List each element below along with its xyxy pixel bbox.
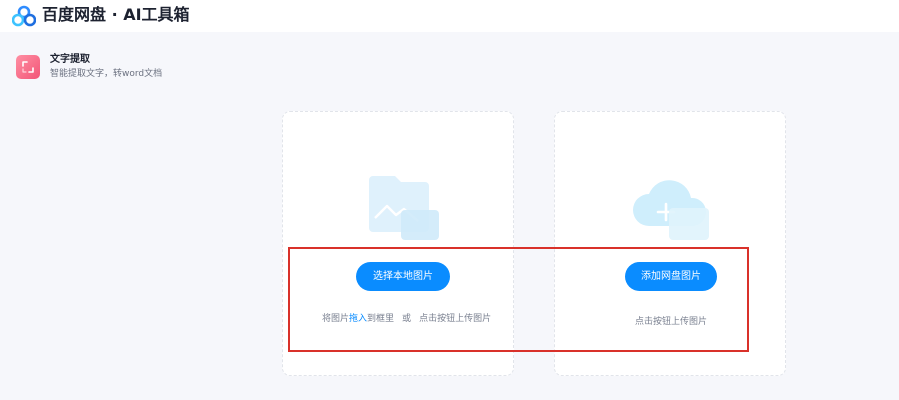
baidu-netdisk-cloud-icon[interactable] (12, 5, 36, 27)
ocr-scan-icon (16, 55, 40, 79)
local-upload-dropzone[interactable]: 选择本地图片 将图片拖入到框里或点击按钮上传图片 (282, 111, 514, 376)
click-upload-hint: 点击按钮上传图片 (634, 317, 707, 327)
netdisk-upload-card: 添加网盘图片 点击按钮上传图片 (554, 111, 786, 376)
add-netdisk-image-button[interactable]: 添加网盘图片 (625, 262, 717, 291)
cloud-add-icon (633, 180, 709, 240)
hint-prefix: 将图片 (322, 314, 350, 324)
tool-description: 智能提取文字，转word文档 (50, 69, 163, 79)
drag-in-link[interactable]: 拖入 (349, 314, 367, 324)
hint-or: 或 (402, 314, 412, 324)
hint-suffix: 到框里 (367, 314, 395, 324)
drag-drop-hint: 将图片拖入到框里或点击按钮上传图片 (322, 313, 491, 325)
tool-title: 文字提取 (50, 54, 90, 65)
brand-title[interactable]: 百度网盘 · AI工具箱 (42, 4, 190, 26)
top-header: 百度网盘 · AI工具箱 (0, 0, 899, 32)
image-file-icon (369, 176, 439, 240)
select-local-image-button[interactable]: 选择本地图片 (356, 262, 450, 291)
hint-click-upload: 点击按钮上传图片 (419, 314, 492, 324)
